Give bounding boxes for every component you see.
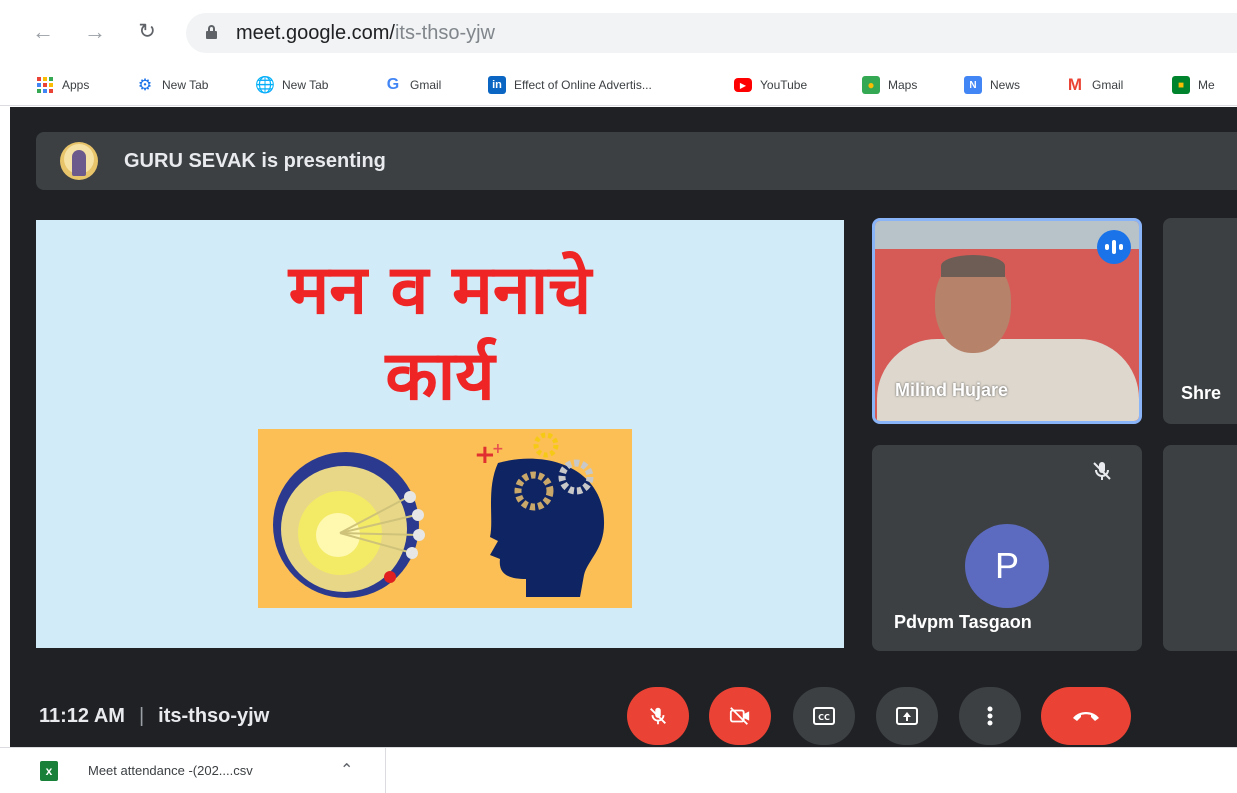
bookmark-linkedin[interactable]: in Effect of Online Advertis... — [488, 74, 652, 96]
chevron-up-icon[interactable]: ⌃ — [340, 760, 353, 780]
present-screen-icon — [896, 707, 918, 725]
toggle-camera-button[interactable] — [709, 687, 771, 745]
participant-tile-pdvpm[interactable]: P Pdvpm Tasgaon — [872, 445, 1142, 651]
bookmark-new-tab-1[interactable]: ⚙ New Tab — [136, 74, 209, 96]
presentation-slide: मन व मनाचे कार्य + + — [36, 220, 844, 648]
bookmark-label: Apps — [62, 78, 90, 92]
presenting-text: GURU SEVAK is presenting — [124, 150, 386, 172]
svg-text:CC: CC — [818, 713, 830, 722]
more-vertical-icon — [987, 706, 993, 726]
meeting-time: 11:12 AM — [39, 705, 125, 727]
slide-title-line-1: मन व मनाचे — [288, 251, 592, 330]
bookmark-label: YouTube — [760, 78, 808, 92]
participant-tile-extra[interactable] — [1163, 445, 1237, 651]
bookmark-gmail-1[interactable]: G Gmail — [384, 74, 442, 96]
svg-text:+: + — [492, 441, 504, 457]
slide-title: मन व मनाचे कार्य — [36, 248, 844, 420]
participant-name: Pdvpm Tasgaon — [894, 612, 1032, 632]
bookmark-maps[interactable]: ● Maps — [862, 74, 917, 96]
browser-toolbar: ← → ↻ meet.google.com/its-thso-yjw — [0, 0, 1237, 64]
spreadsheet-file-icon: x — [40, 761, 58, 781]
lock-icon — [206, 25, 217, 39]
meet-window: GURU SEVAK is presenting मन व मनाचे कार्… — [10, 107, 1237, 747]
leave-call-button[interactable] — [1041, 687, 1131, 745]
slide-title-line-2: कार्य — [385, 337, 495, 416]
participant-tile-milind[interactable]: Milind Hujare — [872, 218, 1142, 424]
meeting-details[interactable]: 11:12 AM | its-thso-yjw — [39, 705, 269, 728]
apps-grid-icon — [36, 76, 54, 94]
presenting-banner: GURU SEVAK is presenting — [36, 132, 1237, 190]
gmail-icon: M — [1067, 75, 1083, 94]
bookmark-label: News — [990, 78, 1021, 92]
download-item[interactable]: x Meet attendance -(202....csv ⌃ — [0, 748, 386, 793]
news-icon: N — [964, 76, 982, 94]
bookmark-meet[interactable]: ■ Me — [1172, 74, 1215, 96]
bookmark-gmail-2[interactable]: M Gmail — [1066, 74, 1123, 96]
video-person-hair — [941, 255, 1005, 277]
mic-muted-icon — [1093, 462, 1111, 480]
bookmark-label: Me — [1198, 78, 1215, 92]
bookmark-apps[interactable]: Apps — [36, 74, 89, 96]
globe-icon: 🌐 — [255, 77, 275, 94]
meeting-code: its-thso-yjw — [158, 705, 270, 727]
bookmark-label: Maps — [888, 78, 918, 92]
bookmark-label: New Tab — [282, 78, 329, 92]
url-text: meet.google.com/its-thso-yjw — [236, 22, 495, 44]
participant-avatar: P — [965, 524, 1049, 608]
bookmark-news[interactable]: N News — [964, 74, 1020, 96]
more-options-button[interactable] — [959, 687, 1021, 745]
meeting-separator: | — [138, 705, 145, 727]
maps-icon: ● — [862, 76, 880, 94]
meet-icon: ■ — [1172, 76, 1190, 94]
bookmark-new-tab-2[interactable]: 🌐 New Tab — [255, 74, 329, 96]
bookmark-label: Effect of Online Advertis... — [514, 78, 652, 92]
bookmark-youtube[interactable]: ▶ YouTube — [734, 74, 807, 96]
bookmark-label: Gmail — [410, 78, 442, 92]
speaking-indicator-icon — [1097, 230, 1131, 264]
hang-up-phone-icon — [1073, 712, 1099, 721]
youtube-icon: ▶ — [734, 78, 752, 92]
participant-tile-shre[interactable]: Shre — [1163, 218, 1237, 424]
google-g-icon: G — [386, 76, 400, 93]
bookmark-label: New Tab — [162, 78, 209, 92]
participant-name: Milind Hujare — [895, 380, 1009, 400]
slide-illustration: + + — [258, 429, 632, 608]
address-bar[interactable]: meet.google.com/its-thso-yjw — [186, 13, 1237, 53]
download-file-name: Meet attendance -(202....csv — [88, 763, 253, 778]
bookmark-label: Gmail — [1092, 78, 1124, 92]
camera-off-icon — [729, 707, 750, 725]
back-arrow-icon[interactable]: ← — [30, 19, 56, 45]
linkedin-icon: in — [488, 76, 506, 94]
toggle-microphone-button[interactable] — [627, 687, 689, 745]
captions-button[interactable]: CC — [793, 687, 855, 745]
participant-name: Shre — [1181, 383, 1222, 403]
present-now-button[interactable] — [876, 687, 938, 745]
bookmarks-bar: Apps ⚙ New Tab 🌐 New Tab G Gmail in Effe… — [0, 64, 1237, 106]
closed-captions-icon: CC — [813, 707, 835, 725]
gear-icon: ⚙ — [137, 77, 153, 94]
mic-off-icon — [650, 707, 666, 725]
mind-brain-illustration: + + — [273, 432, 605, 598]
reload-icon[interactable]: ↻ — [134, 19, 160, 45]
download-shelf: x Meet attendance -(202....csv ⌃ — [0, 747, 1237, 793]
presenter-avatar — [60, 142, 98, 180]
forward-arrow-icon[interactable]: → — [82, 19, 108, 45]
